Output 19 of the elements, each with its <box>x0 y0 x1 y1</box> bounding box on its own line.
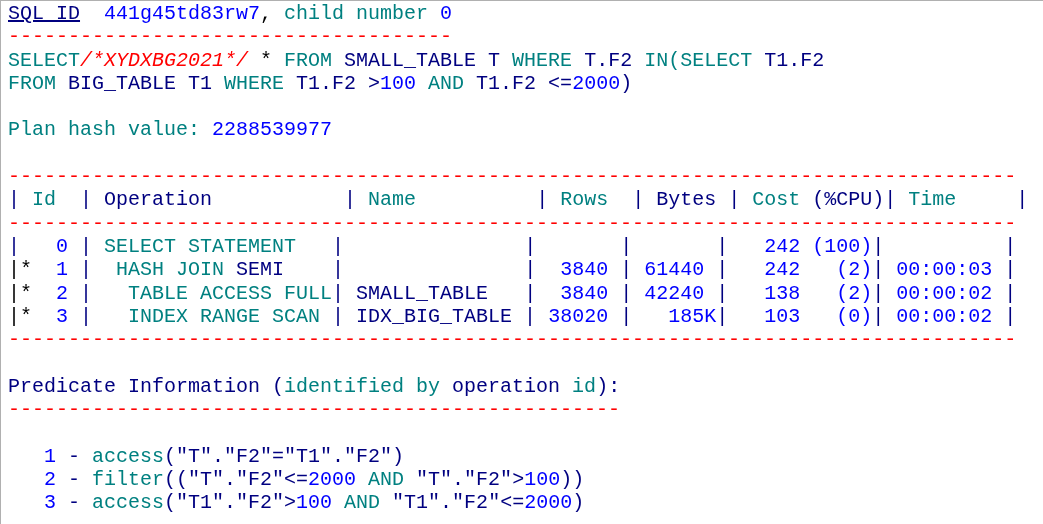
dashed-rule: --------------------------------------------------- <box>8 398 621 422</box>
sql-id-link[interactable]: SQL_ID <box>8 2 80 25</box>
code-line: 1 - access("T"."F2"="T1"."F2") <box>43 444 405 468</box>
code-line: 2 - filter(("T"."F2"<=2000 AND "T"."F2">100)) <box>43 467 585 492</box>
code-line: |* 2 | TABLE ACCESS FULL| SMALL_TABLE | 3840 | 42240 | 138 (2)| 00:00:02 | <box>8 281 1017 305</box>
code-line: 3 - access("T1"."F2">100 AND "T1"."F2"<=2000) <box>43 491 585 515</box>
code-line: Plan hash value: 2288539977 <box>8 118 333 142</box>
code-line: |* 3 | INDEX RANGE SCAN | IDX_BIG_TABLE | 38020 | 185K| 103 (0)| 00:00:02 | <box>8 304 1017 329</box>
code-line: | Id | Operation | Name | Rows | Bytes | Cost (%CPU)| Time | <box>8 188 1029 212</box>
code-line: FROM BIG_TABLE T1 WHERE T1.F2 >100 AND T1.F2 <=2000) <box>8 71 633 96</box>
dashed-rule: ------------------------------------- <box>8 25 453 49</box>
dashed-rule: ------------------------------------------------------------------------------------ <box>8 165 1017 189</box>
code-line: | 0 | SELECT STATEMENT | | | | 242 (100)| | <box>8 234 1017 259</box>
dashed-rule: ------------------------------------------------------------------------------------ <box>8 211 1017 235</box>
code-line: SQL_ID 441g45td83rw7, child number 0 <box>8 2 453 26</box>
code-line: SELECT/*XYDXBG2021*/ * FROM SMALL_TABLE T WHERE T.F2 IN(SELECT T1.F2 <box>8 48 825 72</box>
dashed-rule: ------------------------------------------------------------------------------------ <box>8 328 1017 352</box>
code-line: |* 1 | HASH JOIN SEMI | | 3840 | 61440 | 242 (2)| 00:00:03 | <box>8 258 1017 282</box>
code-line: Predicate Information (identified by operation id): <box>8 374 621 399</box>
